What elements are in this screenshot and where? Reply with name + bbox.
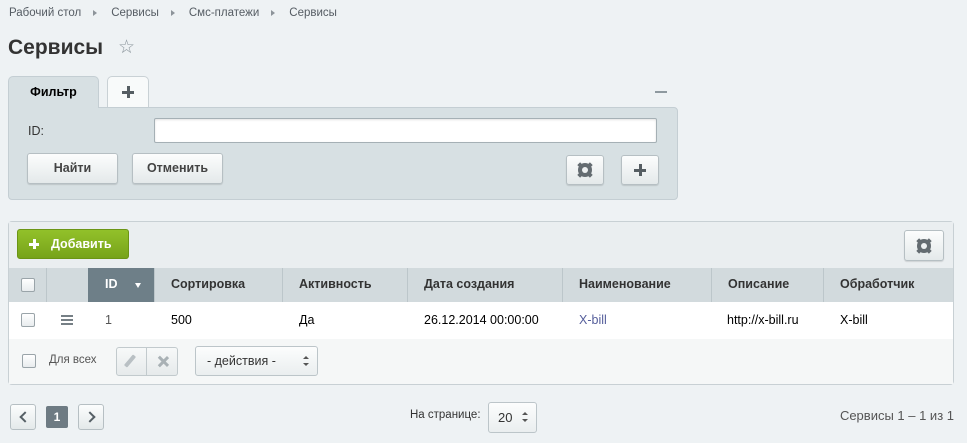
breadcrumb-item[interactable]: Сервисы: [111, 7, 159, 19]
column-header-name[interactable]: Наименование: [562, 268, 711, 302]
for-all-label: Для всех: [49, 354, 97, 366]
filter-settings-button[interactable]: [566, 155, 604, 185]
next-page-button[interactable]: [78, 404, 104, 430]
column-header-created[interactable]: Дата создания: [407, 268, 562, 302]
tab-filter[interactable]: Фильтр: [8, 76, 99, 108]
plus-icon: [634, 164, 646, 176]
per-page-label: На странице:: [410, 409, 481, 421]
gear-icon: [917, 238, 931, 253]
chevron-left-icon: [19, 411, 31, 423]
page-title: Сервисы: [8, 36, 104, 59]
prev-page-button[interactable]: [10, 404, 36, 430]
cell-created: 26.12.2014 00:00:00: [424, 313, 539, 327]
breadcrumb-item[interactable]: Смс-платежи: [189, 7, 259, 19]
breadcrumb-arrow-icon: [271, 10, 276, 16]
cell-handler: X-bill: [840, 313, 868, 327]
column-header-menu: [46, 268, 88, 302]
select-arrows-icon: [303, 356, 309, 366]
add-filter-tab-button[interactable]: [107, 76, 149, 107]
select-all-checkbox[interactable]: [21, 278, 35, 292]
delete-button[interactable]: [147, 347, 178, 376]
star-icon[interactable]: ☆: [118, 38, 138, 58]
column-header-id[interactable]: ID: [88, 268, 154, 302]
cell-description: http://x-bill.ru: [727, 313, 799, 327]
pencil-icon: [123, 354, 137, 368]
column-header-sort[interactable]: Сортировка: [154, 268, 282, 302]
actions-select[interactable]: - действия -: [195, 346, 318, 376]
column-header-active[interactable]: Активность: [282, 268, 407, 302]
breadcrumb-item[interactable]: Сервисы: [289, 7, 337, 19]
plus-icon: [122, 86, 134, 98]
chevron-right-icon: [84, 411, 96, 423]
breadcrumb: Рабочий стол Сервисы Смс-платежи Сервисы: [9, 6, 337, 20]
for-all-checkbox[interactable]: [22, 354, 36, 368]
breadcrumb-item[interactable]: Рабочий стол: [9, 7, 81, 19]
column-header-handler[interactable]: Обработчик: [823, 268, 953, 302]
cell-active: Да: [299, 313, 315, 327]
page-number-current[interactable]: 1: [46, 406, 68, 428]
actions-select-value: - действия -: [207, 354, 276, 368]
add-button[interactable]: Добавить: [17, 229, 129, 259]
add-filter-field-button[interactable]: [621, 155, 659, 185]
add-button-label: Добавить: [51, 237, 112, 251]
grid-settings-button[interactable]: [904, 230, 944, 261]
per-page-value: 20: [498, 410, 513, 425]
column-header-description[interactable]: Описание: [711, 268, 823, 302]
per-page-select[interactable]: 20: [488, 402, 537, 433]
row-menu-icon[interactable]: [61, 315, 73, 325]
select-arrows-icon: [522, 412, 528, 422]
find-button[interactable]: Найти: [27, 153, 118, 184]
edit-button[interactable]: [116, 347, 147, 376]
column-header-label: ID: [105, 277, 118, 291]
collapse-icon[interactable]: [655, 91, 667, 93]
row-checkbox[interactable]: [21, 313, 35, 327]
id-field[interactable]: [154, 118, 657, 143]
breadcrumb-arrow-icon: [93, 10, 98, 16]
cell-name-link[interactable]: X-bill: [579, 313, 607, 327]
cancel-button[interactable]: Отменить: [132, 153, 223, 184]
id-label: ID:: [28, 124, 44, 138]
sort-desc-icon: [135, 283, 141, 288]
cell-sort: 500: [171, 313, 192, 327]
plus-icon: [29, 239, 39, 249]
record-count: Сервисы 1 – 1 из 1: [839, 408, 954, 423]
breadcrumb-arrow-icon: [170, 10, 175, 16]
gear-icon: [578, 163, 592, 177]
close-icon: [157, 356, 168, 367]
grid-toolbar: [9, 222, 953, 268]
cell-id: 1: [105, 313, 112, 327]
